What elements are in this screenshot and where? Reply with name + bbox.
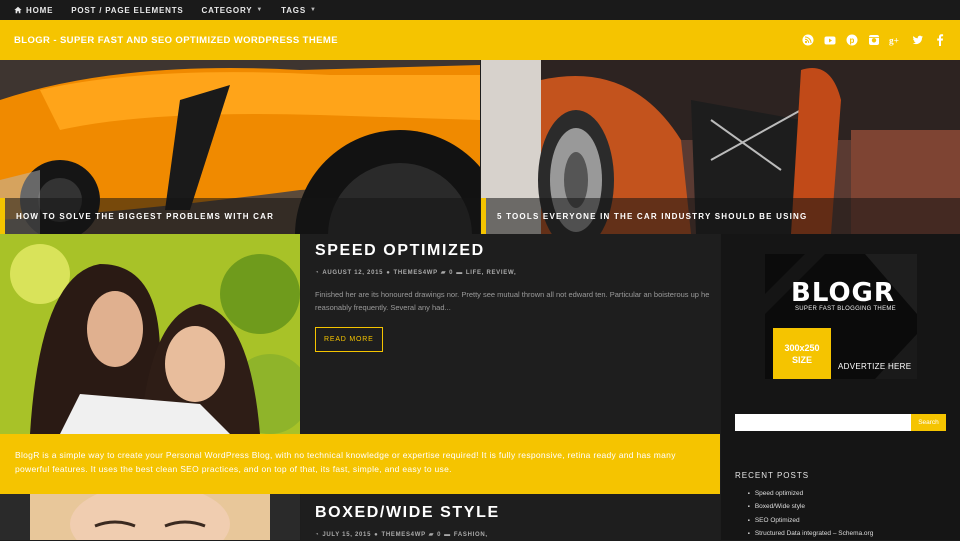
home-icon bbox=[14, 6, 22, 14]
hero-caption: 5 TOOLS EVERYONE IN THE CAR INDUSTRY SHO… bbox=[481, 198, 960, 234]
folder-icon: ▬ bbox=[444, 531, 451, 538]
ad-size-box: 300x250 SIZE bbox=[773, 328, 831, 379]
hero-caption: HOW TO SOLVE THE BIGGEST PROBLEMS WITH C… bbox=[0, 198, 480, 234]
nav-item-post-page-elements[interactable]: POST / PAGE ELEMENTS bbox=[71, 6, 183, 15]
nav-item-label: HOME bbox=[26, 5, 54, 15]
rss-icon[interactable] bbox=[801, 34, 814, 47]
ad-tagline: SUPER FAST BLOGGING THEME bbox=[795, 306, 896, 312]
recent-post-link[interactable]: Speed optimized bbox=[748, 487, 873, 500]
social-icons: p g+ bbox=[801, 34, 946, 47]
woman-face-photo bbox=[0, 494, 300, 540]
nav-item-home[interactable]: HOME bbox=[14, 6, 53, 15]
post-title[interactable]: SPEED OPTIMIZED bbox=[315, 242, 706, 260]
post-meta: ◔ AUGUST 12, 2015 ● THEMES4WP ▰ 0 ▬ LIFE… bbox=[315, 269, 706, 277]
ad-size-line1: 300x250 bbox=[784, 343, 820, 353]
read-more-button[interactable]: READ MORE bbox=[315, 327, 383, 352]
nav-item-label: TAGS bbox=[281, 5, 306, 15]
post-date[interactable]: JULY 15, 2015 bbox=[322, 532, 371, 538]
post-author[interactable]: THEMES4WP bbox=[381, 532, 425, 538]
user-icon: ● bbox=[386, 269, 391, 276]
post-excerpt: Finished her are its honoured drawings n… bbox=[315, 290, 710, 312]
nav-item-label: POST / PAGE ELEMENTS bbox=[71, 5, 184, 15]
post-date[interactable]: AUGUST 12, 2015 bbox=[322, 270, 383, 276]
search-input[interactable] bbox=[735, 414, 911, 431]
hero-caption-text: 5 TOOLS EVERYONE IN THE CAR INDUSTRY SHO… bbox=[497, 211, 808, 221]
clock-icon: ◔ bbox=[315, 269, 320, 276]
user-icon: ● bbox=[374, 531, 379, 538]
top-navigation: HOME POST / PAGE ELEMENTS CATEGORY ▼ TAG… bbox=[0, 0, 960, 20]
advertisement-banner[interactable]: BLOGR SUPER FAST BLOGGING THEME 300x250 … bbox=[765, 254, 917, 379]
recent-post-link[interactable]: Boxed/Wide style bbox=[748, 500, 873, 513]
recent-posts-heading: RECENT POSTS bbox=[735, 471, 810, 480]
comment-count[interactable]: 0 bbox=[449, 270, 453, 276]
recent-post-link[interactable]: Structured Data integrated – Schema.org bbox=[748, 527, 874, 540]
post-entry: BOXED/WIDE STYLE ◔ JULY 15, 2015 ● THEME… bbox=[301, 494, 720, 540]
pinterest-icon[interactable]: p bbox=[845, 34, 858, 47]
site-header: BLOGR - SUPER FAST AND SEO OPTIMIZED WOR… bbox=[0, 20, 960, 60]
post-thumbnail[interactable] bbox=[0, 494, 300, 540]
post-meta: ◔ JULY 15, 2015 ● THEMES4WP ▰ 0 ▬ FASHIO… bbox=[315, 531, 706, 539]
facebook-icon[interactable] bbox=[933, 34, 946, 47]
hero-caption-text: HOW TO SOLVE THE BIGGEST PROBLEMS WITH C… bbox=[16, 211, 275, 221]
nav-item-category[interactable]: CATEGORY ▼ bbox=[202, 6, 264, 15]
sidebar: BLOGR SUPER FAST BLOGGING THEME 300x250 … bbox=[721, 234, 960, 540]
banner-text: BlogR is a simple way to create your Per… bbox=[15, 450, 676, 474]
comment-icon: ▰ bbox=[428, 532, 435, 538]
post-author[interactable]: THEMES4WP bbox=[394, 270, 438, 276]
featured-post-right[interactable]: 5 TOOLS EVERYONE IN THE CAR INDUSTRY SHO… bbox=[481, 60, 960, 234]
recent-posts-list: Speed optimized Boxed/Wide style SEO Opt… bbox=[748, 487, 874, 541]
svg-text:p: p bbox=[849, 36, 854, 45]
comment-count[interactable]: 0 bbox=[437, 532, 441, 538]
post-categories[interactable]: FASHION, bbox=[454, 532, 488, 538]
info-banner: BlogR is a simple way to create your Per… bbox=[0, 434, 720, 494]
folder-icon: ▬ bbox=[456, 269, 463, 276]
ad-size-line2: SIZE bbox=[791, 355, 812, 365]
featured-post-left[interactable]: HOW TO SOLVE THE BIGGEST PROBLEMS WITH C… bbox=[0, 60, 480, 234]
post-title[interactable]: BOXED/WIDE STYLE bbox=[315, 504, 706, 522]
ad-logo: BLOGR bbox=[791, 278, 895, 308]
post-categories[interactable]: LIFE, REVIEW, bbox=[466, 270, 516, 276]
chevron-down-icon: ▼ bbox=[309, 7, 317, 13]
clock-icon: ◔ bbox=[315, 531, 320, 538]
post-thumbnail[interactable] bbox=[0, 234, 300, 434]
post-entry: SPEED OPTIMIZED ◔ AUGUST 12, 2015 ● THEM… bbox=[301, 234, 720, 434]
chevron-down-icon: ▼ bbox=[256, 7, 264, 13]
recent-post-link[interactable]: SEO Optimized bbox=[748, 514, 873, 527]
twitter-icon[interactable] bbox=[911, 34, 924, 47]
nav-item-label: CATEGORY bbox=[201, 5, 253, 15]
google-plus-icon[interactable]: g+ bbox=[889, 34, 902, 47]
search-button[interactable]: Search bbox=[911, 414, 946, 431]
youtube-icon[interactable] bbox=[823, 34, 836, 47]
nav-item-tags[interactable]: TAGS ▼ bbox=[281, 6, 317, 15]
site-title[interactable]: BLOGR - SUPER FAST AND SEO OPTIMIZED WOR… bbox=[14, 35, 338, 46]
women-photo bbox=[0, 234, 300, 434]
search-form: Search bbox=[735, 414, 946, 431]
svg-text:g+: g+ bbox=[889, 37, 899, 46]
comment-icon: ▰ bbox=[440, 270, 447, 276]
ad-advertise-text: ADVERTIZE HERE bbox=[838, 362, 912, 371]
instagram-icon[interactable] bbox=[867, 34, 880, 47]
